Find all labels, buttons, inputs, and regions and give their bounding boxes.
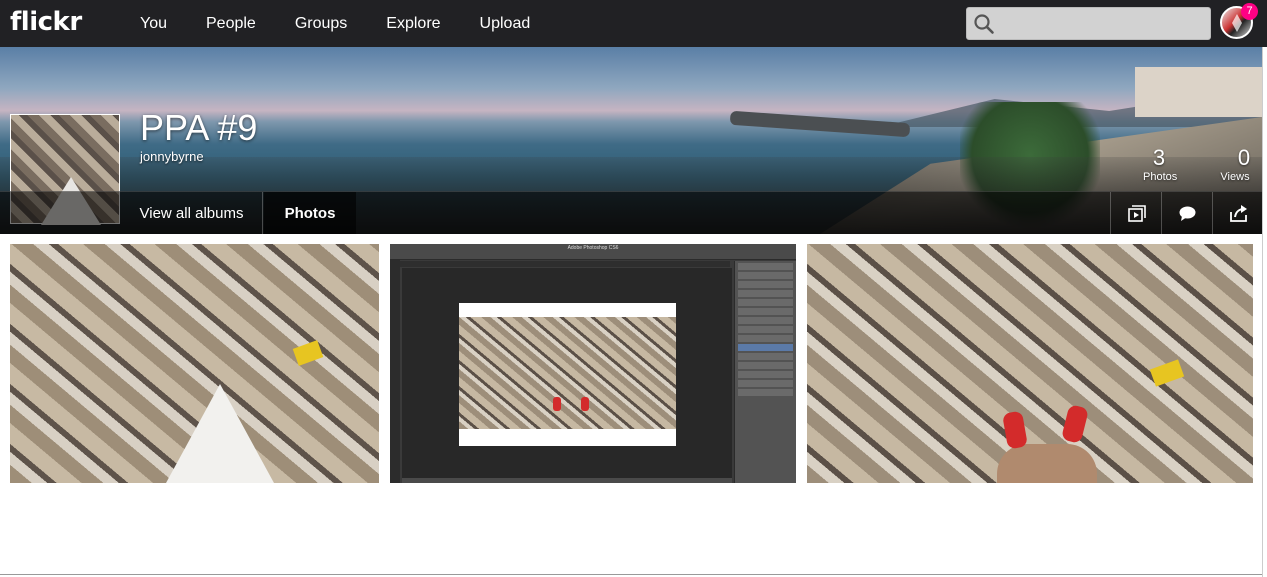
- photo-tile-1[interactable]: [10, 244, 379, 483]
- shoe-left: [553, 397, 561, 411]
- photoshop-toolbar: [390, 260, 400, 483]
- stat-views: 0 Views: [1215, 145, 1255, 183]
- comment-icon: [1179, 206, 1196, 221]
- cover-pier: [729, 110, 911, 138]
- shoe-left: [1002, 410, 1028, 450]
- tab-photos[interactable]: Photos: [264, 192, 356, 234]
- comment-button[interactable]: [1161, 192, 1212, 234]
- photoshop-layers-panel: [734, 261, 796, 483]
- nav-explore[interactable]: Explore: [386, 0, 440, 47]
- stat-photos-label: Photos: [1143, 171, 1178, 183]
- photoshop-tabs: [400, 261, 730, 267]
- photoshop-screenshot: [459, 317, 676, 429]
- stat-photos-value: 3: [1152, 145, 1166, 170]
- nav-upload[interactable]: Upload: [480, 0, 531, 47]
- aerial-city-feet-photo: [997, 444, 1097, 483]
- album-title: PPA #9: [140, 107, 258, 148]
- photo-tile-2[interactable]: Adobe Photoshop CS6: [390, 244, 796, 483]
- photoshop-statusbar: [402, 478, 732, 483]
- nav-you[interactable]: You: [140, 0, 167, 47]
- album-cover: PPA #9 jonnybyrne 3 Photos 0 Views View …: [0, 47, 1262, 234]
- main-nav: You People Groups Explore Upload: [140, 0, 569, 47]
- shoe-right: [581, 397, 589, 411]
- scrollbar-track[interactable]: [1262, 47, 1267, 577]
- cover-building: [1135, 67, 1262, 117]
- taxi-roof-detail: [292, 340, 324, 366]
- album-owner-link[interactable]: jonnybyrne: [140, 149, 204, 164]
- album-toolbar: View all albums Photos: [0, 191, 1262, 234]
- share-icon: [1230, 205, 1247, 222]
- share-button[interactable]: [1212, 192, 1262, 234]
- divider: [0, 574, 1262, 575]
- photo-tile-3[interactable]: [807, 244, 1253, 483]
- search-icon[interactable]: [973, 13, 995, 35]
- stat-views-value: 0: [1237, 145, 1251, 170]
- taxi-roof-detail: [1149, 359, 1185, 387]
- search-input[interactable]: [999, 12, 1204, 36]
- top-navbar: flickr You People Groups Explore Upload …: [0, 0, 1267, 47]
- photoshop-document: [459, 303, 676, 446]
- photoshop-titlebar: Adobe Photoshop CS6: [390, 244, 796, 260]
- stat-views-label: Views: [1220, 171, 1250, 183]
- user-icon: [1232, 14, 1242, 32]
- tab-view-all-albums[interactable]: View all albums: [121, 192, 263, 234]
- shoe-right: [1060, 404, 1090, 444]
- notification-badge[interactable]: 7: [1241, 3, 1258, 20]
- flickr-logo[interactable]: flickr: [10, 7, 82, 37]
- slideshow-icon: [1128, 205, 1146, 222]
- search-box[interactable]: [966, 7, 1211, 40]
- slideshow-button[interactable]: [1110, 192, 1161, 234]
- aerial-city-photo: [160, 384, 280, 483]
- photoshop-window-title: Adobe Photoshop CS6: [567, 245, 619, 251]
- nav-people[interactable]: People: [206, 0, 256, 47]
- stat-photos: 3 Photos: [1143, 145, 1178, 183]
- nav-groups[interactable]: Groups: [295, 0, 347, 47]
